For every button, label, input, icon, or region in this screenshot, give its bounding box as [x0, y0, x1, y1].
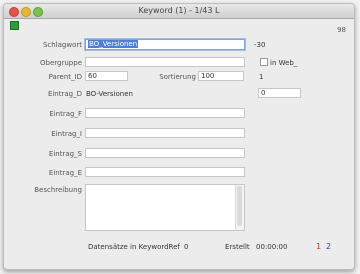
eintrag-s-label: Eintrag_S — [48, 150, 82, 158]
parent-id-field[interactable]: 60 — [85, 71, 128, 81]
status-flag-icon[interactable] — [10, 21, 19, 30]
schlagwort-value: BO_Versionen — [88, 40, 139, 48]
schlagwort-suffix: -30 — [254, 41, 266, 49]
sortierung-field[interactable]: 100 — [198, 71, 244, 81]
right-number: 1 — [259, 73, 264, 81]
scrollbar-thumb[interactable] — [237, 186, 242, 226]
keywordref-count-label: Datensätze in KeywordRef — [88, 243, 180, 251]
obergruppe-label: Obergruppe — [40, 59, 82, 67]
schlagwort-field[interactable]: BO_Versionen — [85, 39, 245, 50]
nav-link-2[interactable]: 2 — [326, 242, 331, 251]
record-number: 98 — [337, 26, 346, 34]
eintrag-f-field[interactable] — [85, 108, 245, 118]
beschreibung-textarea[interactable] — [85, 184, 245, 231]
parent-id-label: Parent_ID — [48, 73, 82, 81]
eintrag-e-label: Eintrag_E — [48, 169, 82, 177]
keyword-window: Keyword (1) - 1/43 L 98 Schlagwort BO_Ve… — [3, 3, 355, 270]
eintrag-i-field[interactable] — [85, 128, 245, 138]
title-bar[interactable]: Keyword (1) - 1/43 L — [4, 4, 354, 19]
beschreibung-scrollbar[interactable] — [235, 185, 244, 230]
beschreibung-label: Beschreibung — [34, 186, 82, 194]
schlagwort-label: Schlagwort — [42, 41, 82, 49]
eintrag-d-right-field[interactable]: 0 — [258, 88, 301, 98]
eintrag-d-label: Eintrag_D — [47, 90, 82, 98]
in-web-checkbox[interactable] — [260, 58, 268, 66]
keywordref-count-value: 0 — [184, 243, 189, 251]
window-title: Keyword (1) - 1/43 L — [138, 6, 220, 15]
eintrag-s-field[interactable] — [85, 148, 245, 158]
obergruppe-field[interactable] — [85, 57, 245, 67]
erstellt-label: Erstellt — [225, 243, 250, 251]
in-web-label: in Web_ — [270, 59, 298, 67]
eintrag-i-label: Eintrag_I — [51, 130, 82, 138]
sortierung-label: Sortierung — [159, 73, 196, 81]
nav-link-1[interactable]: 1 — [316, 242, 321, 251]
erstellt-value: 00:00:00 — [256, 243, 288, 251]
eintrag-d-value: BO-Versionen — [86, 90, 133, 98]
eintrag-f-label: Eintrag_F — [49, 110, 82, 118]
eintrag-e-field[interactable] — [85, 167, 245, 177]
